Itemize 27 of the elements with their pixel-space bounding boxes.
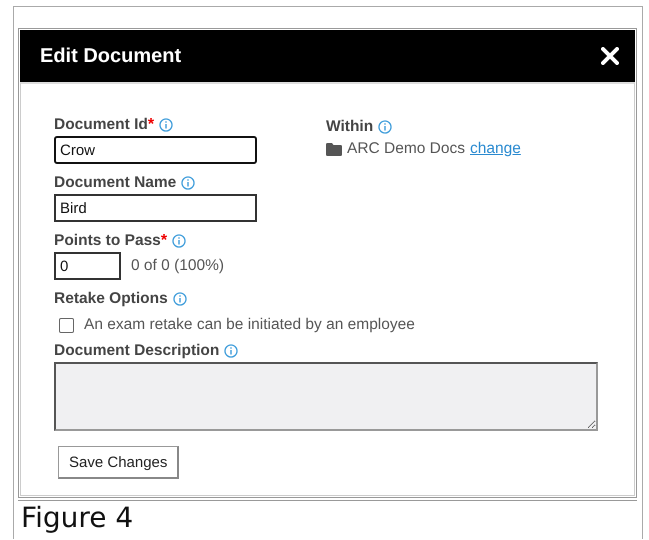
required-mark: * bbox=[160, 232, 168, 250]
folder-icon bbox=[326, 142, 342, 156]
checkbox[interactable] bbox=[59, 318, 74, 332]
document-id-field[interactable]: Crow bbox=[54, 136, 257, 164]
close-icon[interactable] bbox=[601, 47, 619, 65]
info-icon[interactable] bbox=[181, 176, 196, 190]
required-mark: * bbox=[148, 116, 154, 134]
folder-name: ARC Demo Docs bbox=[347, 140, 465, 158]
info-icon[interactable] bbox=[172, 292, 187, 306]
info-icon[interactable] bbox=[224, 344, 238, 358]
dialog-title: Edit Document bbox=[40, 44, 182, 68]
document-name-field[interactable]: Bird bbox=[54, 194, 257, 222]
info-icon[interactable] bbox=[172, 234, 186, 248]
field-label: Retake Options bbox=[54, 290, 168, 308]
checkbox-label: An exam retake can be initiated by an employee bbox=[84, 316, 415, 334]
points-summary: 0 of 0 (100%) bbox=[131, 257, 224, 275]
info-icon[interactable] bbox=[378, 120, 392, 134]
field-label: Points to Pass bbox=[54, 232, 161, 250]
field-label: Document Name bbox=[54, 174, 176, 192]
change-link[interactable]: change bbox=[470, 140, 521, 158]
field-label: Document Id bbox=[54, 116, 148, 134]
field-label: Within bbox=[326, 118, 374, 136]
save-button[interactable]: Save Changes bbox=[58, 446, 180, 479]
points-field[interactable]: 0 bbox=[54, 252, 121, 280]
figure-caption: Figure 4 bbox=[18, 500, 637, 534]
info-icon[interactable] bbox=[159, 118, 174, 132]
field-label: Document Description bbox=[54, 342, 220, 360]
